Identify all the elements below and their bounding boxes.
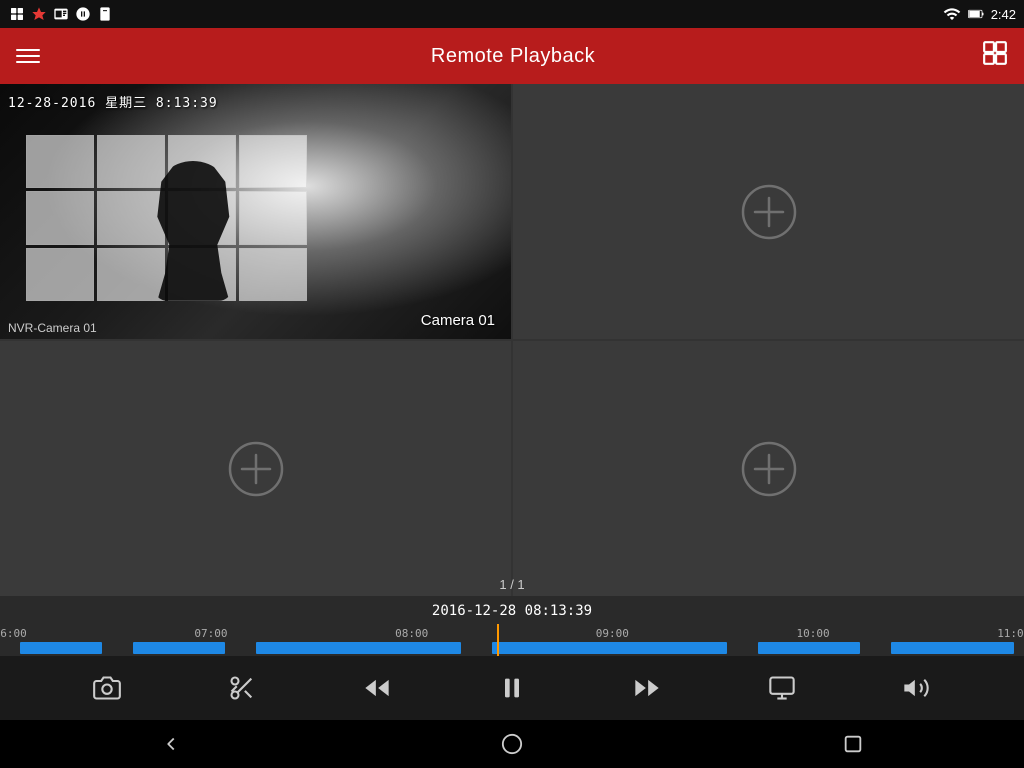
timeline-label: 11:00 xyxy=(997,627,1024,640)
timeline-segment xyxy=(20,642,102,654)
timeline-segment xyxy=(758,642,860,654)
controls-bar xyxy=(0,656,1024,720)
camera-grid: 12-28-2016 星期三 8:13:39 Camera 01 NVR-Cam… xyxy=(0,84,1024,596)
camera-cell-3[interactable] xyxy=(0,341,511,596)
clock: 2:42 xyxy=(991,7,1016,22)
cam1-timestamp: 12-28-2016 星期三 8:13:39 xyxy=(8,92,218,111)
window-bar xyxy=(239,135,307,188)
timeline-label: 10:00 xyxy=(796,627,829,640)
window-bar xyxy=(97,248,165,301)
window-bar xyxy=(97,135,165,188)
app-bar: Remote Playback xyxy=(0,28,1024,84)
wifi-icon xyxy=(943,5,961,23)
clip-button[interactable] xyxy=(218,664,266,712)
timeline-label: 06:00 xyxy=(0,627,27,640)
window-bar xyxy=(239,248,307,301)
notification3-icon xyxy=(52,5,70,23)
layout-button[interactable] xyxy=(982,40,1008,72)
recent-button[interactable] xyxy=(829,724,877,764)
notification5-icon xyxy=(96,5,114,23)
notification4-icon xyxy=(74,5,92,23)
rewind-button[interactable] xyxy=(353,664,401,712)
pause-button[interactable] xyxy=(488,664,536,712)
window-bar xyxy=(26,135,94,188)
multiscreen-button[interactable] xyxy=(758,664,806,712)
fastforward-button[interactable] xyxy=(623,664,671,712)
timeline-label: 09:00 xyxy=(596,627,629,640)
timeline-segment xyxy=(133,642,225,654)
timeline-cursor xyxy=(497,624,499,656)
camera-cell-4[interactable] xyxy=(513,341,1024,596)
nav-bar xyxy=(0,720,1024,768)
cam1-label: Camera 01 xyxy=(421,312,495,329)
notification1-icon xyxy=(8,5,26,23)
add-camera-4-icon[interactable] xyxy=(739,439,799,499)
timeline-header: 2016-12-28 08:13:39 xyxy=(0,596,1024,624)
timeline-datetime: 2016-12-28 08:13:39 xyxy=(432,603,592,619)
add-camera-3-icon[interactable] xyxy=(226,439,286,499)
timeline-label: 07:00 xyxy=(194,627,227,640)
volume-button[interactable] xyxy=(892,664,940,712)
timeline-label: 08:00 xyxy=(395,627,428,640)
window-bar xyxy=(26,191,94,244)
camera-cell-2[interactable] xyxy=(513,84,1024,339)
back-button[interactable] xyxy=(147,724,195,764)
status-icons-left xyxy=(8,5,114,23)
window-bar xyxy=(97,191,165,244)
app-title: Remote Playback xyxy=(431,45,595,68)
timeline-segment xyxy=(492,642,728,654)
status-icons-right: 2:42 xyxy=(943,5,1016,23)
home-button[interactable] xyxy=(488,724,536,764)
notification2-icon xyxy=(30,5,48,23)
window-bar xyxy=(239,191,307,244)
timeline-track[interactable]: 06:00 07:00 08:00 09:00 10:00 11:00 xyxy=(0,624,1024,656)
cam1-nvr-label: NVR-Camera 01 xyxy=(8,321,97,335)
add-camera-2-icon[interactable] xyxy=(739,182,799,242)
status-bar: 2:42 xyxy=(0,0,1024,28)
menu-button[interactable] xyxy=(16,49,44,63)
timeline-segment xyxy=(891,642,1014,654)
grid-wrapper: 12-28-2016 星期三 8:13:39 Camera 01 NVR-Cam… xyxy=(0,84,1024,596)
timeline-bar[interactable] xyxy=(0,642,1024,654)
screenshot-button[interactable] xyxy=(83,664,131,712)
window-bar xyxy=(26,248,94,301)
camera-cell-1[interactable]: 12-28-2016 星期三 8:13:39 Camera 01 NVR-Cam… xyxy=(0,84,511,339)
battery-icon xyxy=(967,5,985,23)
timeline-area[interactable]: 2016-12-28 08:13:39 06:00 07:00 08:00 09:00… xyxy=(0,596,1024,656)
timeline-segment xyxy=(256,642,461,654)
timeline-labels: 06:00 07:00 08:00 09:00 10:00 11:00 xyxy=(0,624,1024,642)
cctv-silhouette xyxy=(153,161,233,301)
